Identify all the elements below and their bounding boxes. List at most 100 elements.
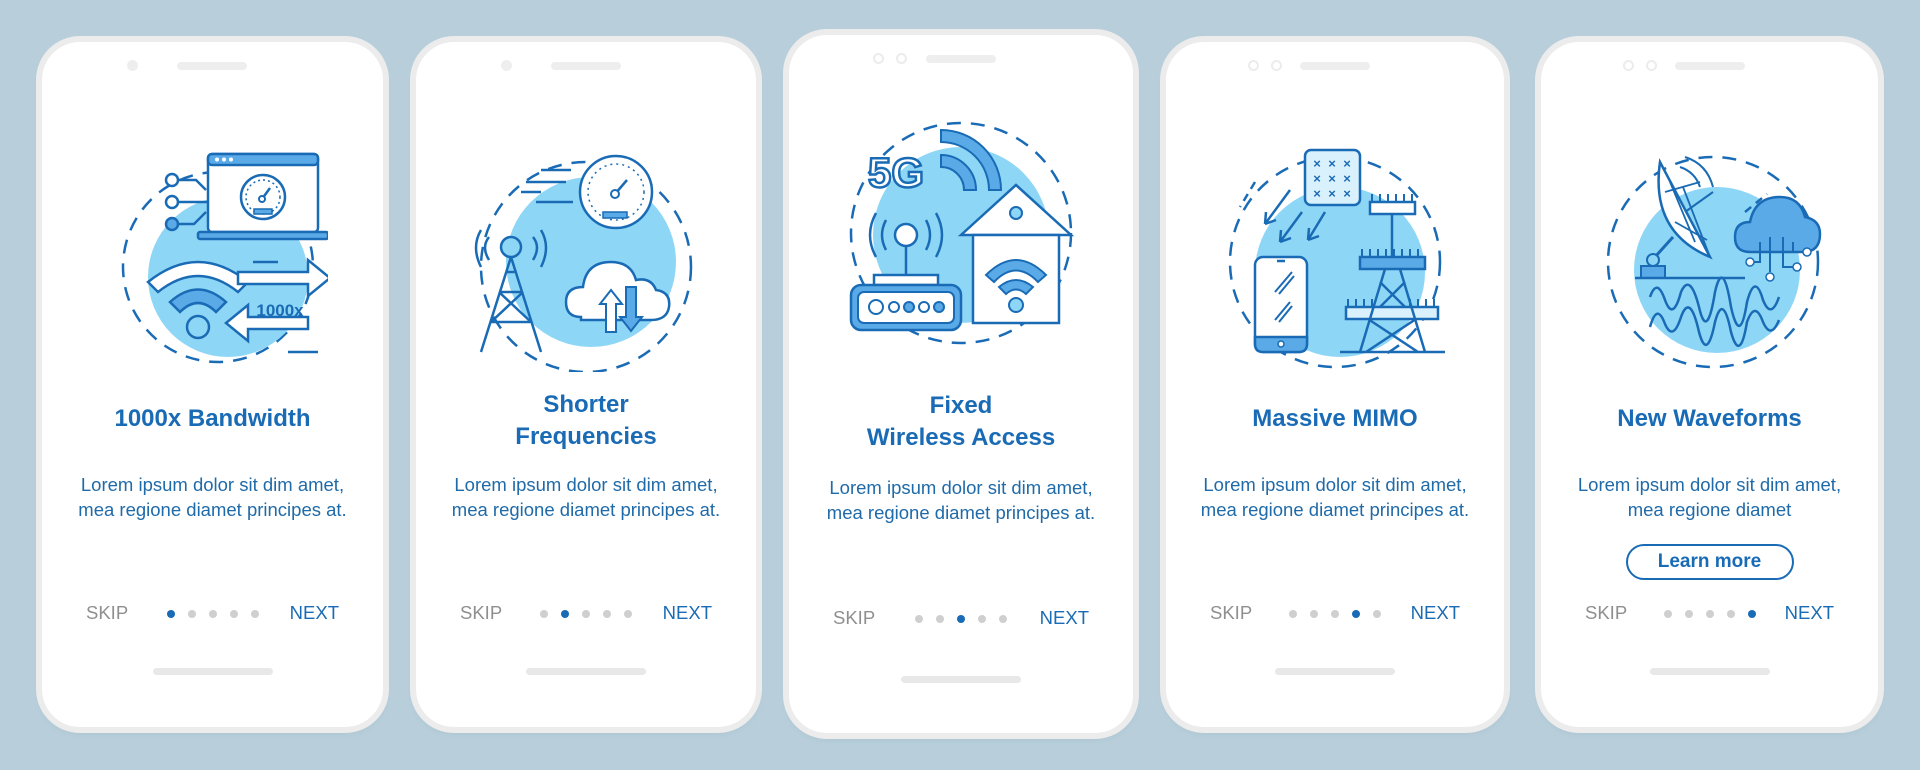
page-dot-active[interactable] [1352,610,1360,618]
camera-dot [501,60,512,71]
phone-top-bar [1166,60,1504,72]
onboarding-nav: SKIP NEXT [1166,602,1504,626]
page-dot-active[interactable] [957,615,965,623]
satellite-dish-cloud-waveform-icon [1595,142,1825,372]
onboarding-screen-4: × × × × × × × × × Massive MIMO Lorem ips… [1166,42,1504,727]
screen-description: Lorem ipsum dolor sit dim amet, mea regi… [1200,474,1470,520]
onboarding-nav: SKIP NEXT [789,607,1133,631]
screen-description: Lorem ipsum dolor sit dim amet, mea regi… [1577,474,1842,520]
screen-title: Massive MIMO [1252,405,1418,432]
page-dot[interactable] [250,610,259,618]
next-button[interactable]: NEXT [663,602,712,624]
svg-text:×: × [1313,186,1321,201]
onboarding-screen-2: Shorter Frequencies Lorem ipsum dolor si… [416,42,756,727]
screen-title: 1000x Bandwidth [114,405,311,432]
speaker-bar [177,62,247,70]
page-dot[interactable] [1331,610,1339,618]
onboarding-screen-1: 1000x 1000x Bandwidth Lorem ipsum dolor … [42,42,383,727]
screen-description: Lorem ipsum dolor sit dim amet, mea regi… [78,474,347,520]
svg-text:×: × [1343,156,1351,171]
page-dot[interactable] [540,610,548,618]
next-button[interactable]: NEXT [1785,602,1834,624]
skip-button[interactable]: SKIP [460,602,502,624]
page-dot-active[interactable] [1747,610,1756,618]
skip-button[interactable]: SKIP [1585,602,1627,624]
next-button[interactable]: NEXT [1040,607,1089,629]
home-indicator[interactable] [526,668,646,675]
skip-button[interactable]: SKIP [833,607,875,629]
phone-top-bar [42,60,383,72]
svg-text:×: × [1328,156,1336,171]
camera-dot [127,60,138,71]
page-indicator [915,615,1007,623]
onboarding-screen-5: New Waveforms Lorem ipsum dolor sit dim … [1541,42,1878,727]
page-indicator [166,610,259,618]
page-indicator [540,610,632,618]
camera-ring [873,53,884,64]
skip-button[interactable]: SKIP [86,602,128,624]
home-indicator[interactable] [152,668,273,675]
camera-ring [1248,60,1259,71]
page-dot[interactable] [229,610,238,618]
sensor-ring [896,53,907,64]
speaker-bar [551,62,621,70]
camera-ring [1623,60,1634,71]
page-dot[interactable] [999,615,1007,623]
antenna-array-phone-tower-icon: × × × × × × × × × [1220,142,1450,372]
page-dot[interactable] [936,615,944,623]
page-dot[interactable] [978,615,986,623]
page-dot[interactable] [1373,610,1381,618]
page-indicator [1663,610,1756,618]
sensor-ring [1271,60,1282,71]
onboarding-screen-3: 5G Fixed Wireless Access Lorem ipsum dol… [789,35,1133,733]
page-dot-active[interactable] [561,610,569,618]
page-dot[interactable] [582,610,590,618]
speaker-bar [1675,62,1745,70]
page-dot[interactable] [915,615,923,623]
svg-text:×: × [1328,171,1336,186]
next-button[interactable]: NEXT [1411,602,1460,624]
phone-top-bar [789,53,1133,65]
screen-description: Lorem ipsum dolor sit dim amet, mea regi… [451,474,721,520]
onboarding-nav: SKIP NEXT [42,602,383,626]
bandwidth-laptop-speedometer-wifi-icon: 1000x [98,142,328,372]
page-dot[interactable] [1663,610,1672,618]
phone-top-bar [416,60,756,72]
page-dot[interactable] [1310,610,1318,618]
page-dot[interactable] [1684,610,1693,618]
phone-top-bar [1541,60,1878,72]
screen-title: Shorter Frequencies [515,391,657,450]
illustration-label: 5G [868,149,924,196]
speaker-bar [1300,62,1370,70]
svg-text:×: × [1313,171,1321,186]
cell-tower-speedometer-cloud-icon [471,142,701,372]
home-indicator[interactable] [1649,668,1770,675]
page-indicator [1289,610,1381,618]
page-dot[interactable] [603,610,611,618]
home-indicator[interactable] [1275,668,1395,675]
page-dot[interactable] [187,610,196,618]
page-dot[interactable] [1705,610,1714,618]
page-dot[interactable] [208,610,217,618]
page-dot[interactable] [1726,610,1735,618]
sensor-ring [1646,60,1657,71]
next-button[interactable]: NEXT [290,602,339,624]
screen-title: Fixed Wireless Access [866,392,1056,451]
svg-text:×: × [1343,171,1351,186]
svg-text:×: × [1343,186,1351,201]
onboarding-nav: SKIP NEXT [1541,602,1878,626]
svg-text:×: × [1328,186,1336,201]
illustration-label: 1000x [256,301,304,320]
speaker-bar [926,55,996,63]
home-indicator[interactable] [901,676,1021,683]
page-dot[interactable] [624,610,632,618]
svg-text:×: × [1313,156,1321,171]
screen-title: New Waveforms [1617,405,1802,432]
onboarding-nav: SKIP NEXT [416,602,756,626]
page-dot-active[interactable] [166,610,175,618]
page-dot[interactable] [1289,610,1297,618]
5g-router-house-wifi-icon: 5G [846,115,1076,345]
learn-more-button[interactable]: Learn more [1625,544,1794,580]
screen-description: Lorem ipsum dolor sit dim amet, mea regi… [826,477,1096,523]
skip-button[interactable]: SKIP [1210,602,1252,624]
